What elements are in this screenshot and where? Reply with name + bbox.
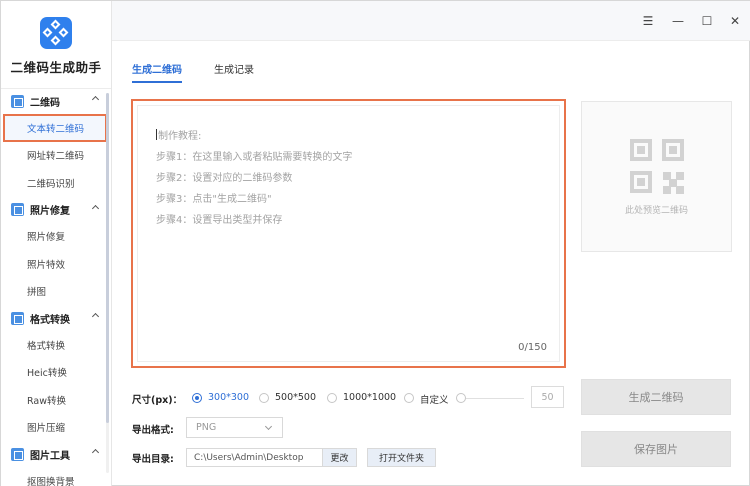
size-slider-track[interactable]	[466, 398, 524, 399]
instruction-line: 步骤3：点击"生成二维码"	[156, 194, 272, 205]
size-radio-custom[interactable]	[404, 393, 414, 403]
text-caret	[156, 129, 157, 140]
photo-icon	[11, 203, 24, 216]
sidebar-item-image-compress[interactable]: 图片压缩	[1, 414, 111, 442]
maximize-icon[interactable]: ☐	[700, 14, 714, 28]
export-dir-label: 导出目录:	[132, 454, 174, 465]
chevron-up-icon	[91, 95, 100, 104]
group-label: 格式转换	[30, 314, 70, 326]
convert-icon	[11, 311, 24, 325]
chevron-up-icon	[91, 312, 100, 321]
instruction-line: 步骤2：设置对应的二维码参数	[156, 173, 293, 184]
size-label: 尺寸(px)：	[132, 395, 183, 406]
instruction-line: 步骤1：在这里输入或者粘贴需要转换的文字	[156, 152, 353, 163]
size-radio-1000[interactable]	[327, 393, 337, 403]
sidebar-group-format-convert[interactable]: 格式转换	[1, 305, 111, 331]
custom-size-input[interactable]: 50	[531, 386, 564, 408]
change-dir-button[interactable]: 更改	[323, 448, 357, 467]
format-value: PNG	[196, 422, 217, 433]
sidebar-item-heic-convert[interactable]: Heic转换	[1, 359, 111, 387]
qrcode-preview: 此处预览二维码	[581, 101, 732, 252]
sidebar-item-format-convert[interactable]: 格式转换	[1, 331, 111, 359]
chevron-down-icon	[264, 422, 273, 431]
generate-qrcode-button[interactable]: 生成二维码	[581, 379, 731, 415]
minimize-icon[interactable]: —	[671, 14, 685, 28]
size-slider-handle[interactable]	[456, 393, 466, 403]
chevron-up-icon	[91, 204, 100, 212]
format-select[interactable]: PNG	[186, 417, 283, 438]
text-input-inner[interactable]: 制作教程: 步骤1：在这里输入或者粘贴需要转换的文字 步骤2：设置对应的二维码参…	[137, 105, 560, 362]
sidebar-group-qrcode[interactable]: 二维码	[1, 88, 111, 114]
size-radio-300[interactable]	[192, 393, 202, 403]
sidebar-item-photo-repair[interactable]: 照片修复	[1, 223, 111, 251]
tab-bar: 生成二维码 生成记录	[132, 61, 286, 83]
tab-generate-qrcode[interactable]: 生成二维码	[132, 61, 182, 83]
size-radio-500[interactable]	[259, 393, 269, 403]
menu-icon[interactable]: ☰	[641, 14, 655, 28]
logo-area: 二维码生成助手	[1, 1, 111, 89]
image-tools-icon	[11, 447, 24, 461]
size-option-300[interactable]: 300*300	[208, 392, 249, 403]
sidebar-item-raw-convert[interactable]: Raw转换	[1, 386, 111, 414]
group-label: 二维码	[30, 97, 60, 109]
group-label: 图片工具	[30, 450, 70, 462]
sidebar-item-cutout[interactable]: 抠图换背景	[1, 467, 111, 486]
title-bar: ☰ — ☐ ✕	[112, 1, 750, 41]
sidebar-group-photo-repair[interactable]: 照片修复	[1, 197, 111, 223]
size-option-custom[interactable]: 自定义	[420, 392, 449, 406]
close-icon[interactable]: ✕	[728, 14, 742, 28]
group-label: 照片修复	[30, 206, 70, 217]
app-logo-icon	[40, 17, 72, 49]
app-title: 二维码生成助手	[10, 60, 102, 75]
instruction-text: 制作教程:	[158, 131, 202, 142]
instruction-line: 制作教程:	[156, 126, 352, 147]
instruction-line: 步骤4：设置导出类型并保存	[156, 215, 283, 226]
size-option-500[interactable]: 500*500	[275, 392, 316, 403]
sidebar-item-qrcode-scan[interactable]: 二维码识别	[1, 169, 111, 197]
tab-generate-history[interactable]: 生成记录	[214, 61, 254, 83]
sidebar-group-image-tools[interactable]: 图片工具	[1, 441, 111, 467]
sidebar-item-url-to-qrcode[interactable]: 网址转二维码	[1, 142, 111, 170]
sidebar-item-photo-effects[interactable]: 照片特效	[1, 250, 111, 278]
sidebar-item-text-to-qrcode[interactable]: 文本转二维码	[3, 114, 107, 142]
format-label: 导出格式:	[132, 425, 174, 436]
qrcode-icon	[11, 94, 24, 108]
sidebar-scrollbar-thumb[interactable]	[106, 93, 109, 423]
sidebar-item-collage[interactable]: 拼图	[1, 278, 111, 306]
placeholder-instructions: 制作教程: 步骤1：在这里输入或者粘贴需要转换的文字 步骤2：设置对应的二维码参…	[156, 126, 352, 231]
preview-placeholder-text: 此处预览二维码	[624, 206, 688, 216]
sidebar: 二维码生成助手 二维码 文本转二维码 网址转二维码 二维码识别 照片修复 照片修…	[1, 1, 112, 486]
size-option-1000[interactable]: 1000*1000	[343, 392, 396, 403]
chevron-up-icon	[91, 448, 100, 457]
text-input-area[interactable]: 制作教程: 步骤1：在这里输入或者粘贴需要转换的文字 步骤2：设置对应的二维码参…	[131, 99, 566, 368]
open-folder-button[interactable]: 打开文件夹	[367, 448, 436, 467]
char-counter: 0/150	[518, 342, 547, 353]
export-dir-input[interactable]: C:\Users\Admin\Desktop	[186, 448, 323, 467]
save-image-button[interactable]: 保存图片	[581, 431, 731, 467]
app-window: 二维码生成助手 二维码 文本转二维码 网址转二维码 二维码识别 照片修复 照片修…	[0, 0, 750, 486]
qrcode-placeholder-icon	[630, 139, 686, 195]
